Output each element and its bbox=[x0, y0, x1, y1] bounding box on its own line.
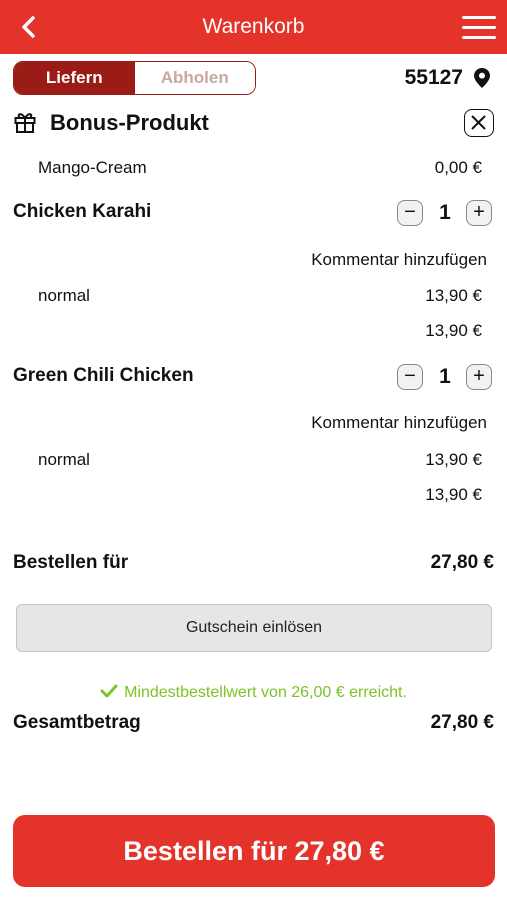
item-total: 13,90 € bbox=[425, 485, 482, 504]
back-button[interactable] bbox=[16, 14, 42, 40]
map-pin-icon[interactable] bbox=[474, 68, 490, 88]
bonus-item-price: 0,00 € bbox=[434, 158, 482, 177]
increase-quantity-button[interactable]: + bbox=[466, 364, 492, 390]
item-option: normal bbox=[38, 286, 90, 305]
decrease-quantity-button[interactable]: − bbox=[397, 200, 423, 226]
add-comment-link[interactable]: Kommentar hinzufügen bbox=[311, 249, 487, 271]
page-title: Warenkorb bbox=[202, 15, 305, 38]
close-button[interactable] bbox=[464, 109, 494, 137]
close-icon bbox=[471, 115, 486, 130]
redeem-voucher-button[interactable]: Gutschein einlösen bbox=[16, 604, 492, 652]
delivery-mode-toggle: Liefern Abholen bbox=[13, 61, 256, 95]
bonus-title: Bonus-Produkt bbox=[50, 110, 209, 135]
item-option: normal bbox=[38, 450, 90, 469]
decrease-quantity-button[interactable]: − bbox=[397, 364, 423, 390]
place-order-button[interactable]: Bestellen für 27,80 € bbox=[13, 815, 495, 887]
item-option-price: 13,90 € bbox=[425, 450, 482, 469]
item-quantity: 1 bbox=[439, 201, 451, 224]
item-quantity: 1 bbox=[439, 365, 451, 388]
tab-pickup[interactable]: Abholen bbox=[134, 62, 255, 94]
item-name: Green Chili Chicken bbox=[13, 365, 194, 386]
total-value: 27,80 € bbox=[430, 712, 494, 733]
min-order-status: Mindestbestellwert von 26,00 € erreicht. bbox=[0, 682, 507, 704]
subtotal-label: Bestellen für bbox=[13, 552, 129, 573]
postcode-label[interactable]: 55127 bbox=[405, 64, 463, 92]
increase-quantity-button[interactable]: + bbox=[466, 200, 492, 226]
add-comment-link[interactable]: Kommentar hinzufügen bbox=[311, 412, 487, 434]
item-name: Chicken Karahi bbox=[13, 201, 152, 222]
min-order-message: Mindestbestellwert von 26,00 € erreicht. bbox=[124, 684, 407, 701]
item-total: 13,90 € bbox=[425, 321, 482, 340]
hamburger-menu-icon[interactable] bbox=[462, 16, 496, 40]
checkmark-icon bbox=[100, 684, 118, 698]
bonus-item-name: Mango-Cream bbox=[38, 158, 147, 177]
subtotal-value: 27,80 € bbox=[430, 552, 494, 573]
item-option-price: 13,90 € bbox=[425, 286, 482, 305]
chevron-left-icon bbox=[22, 16, 35, 38]
gift-icon bbox=[13, 110, 37, 134]
total-label: Gesamtbetrag bbox=[13, 712, 141, 733]
tab-deliver[interactable]: Liefern bbox=[14, 62, 135, 94]
